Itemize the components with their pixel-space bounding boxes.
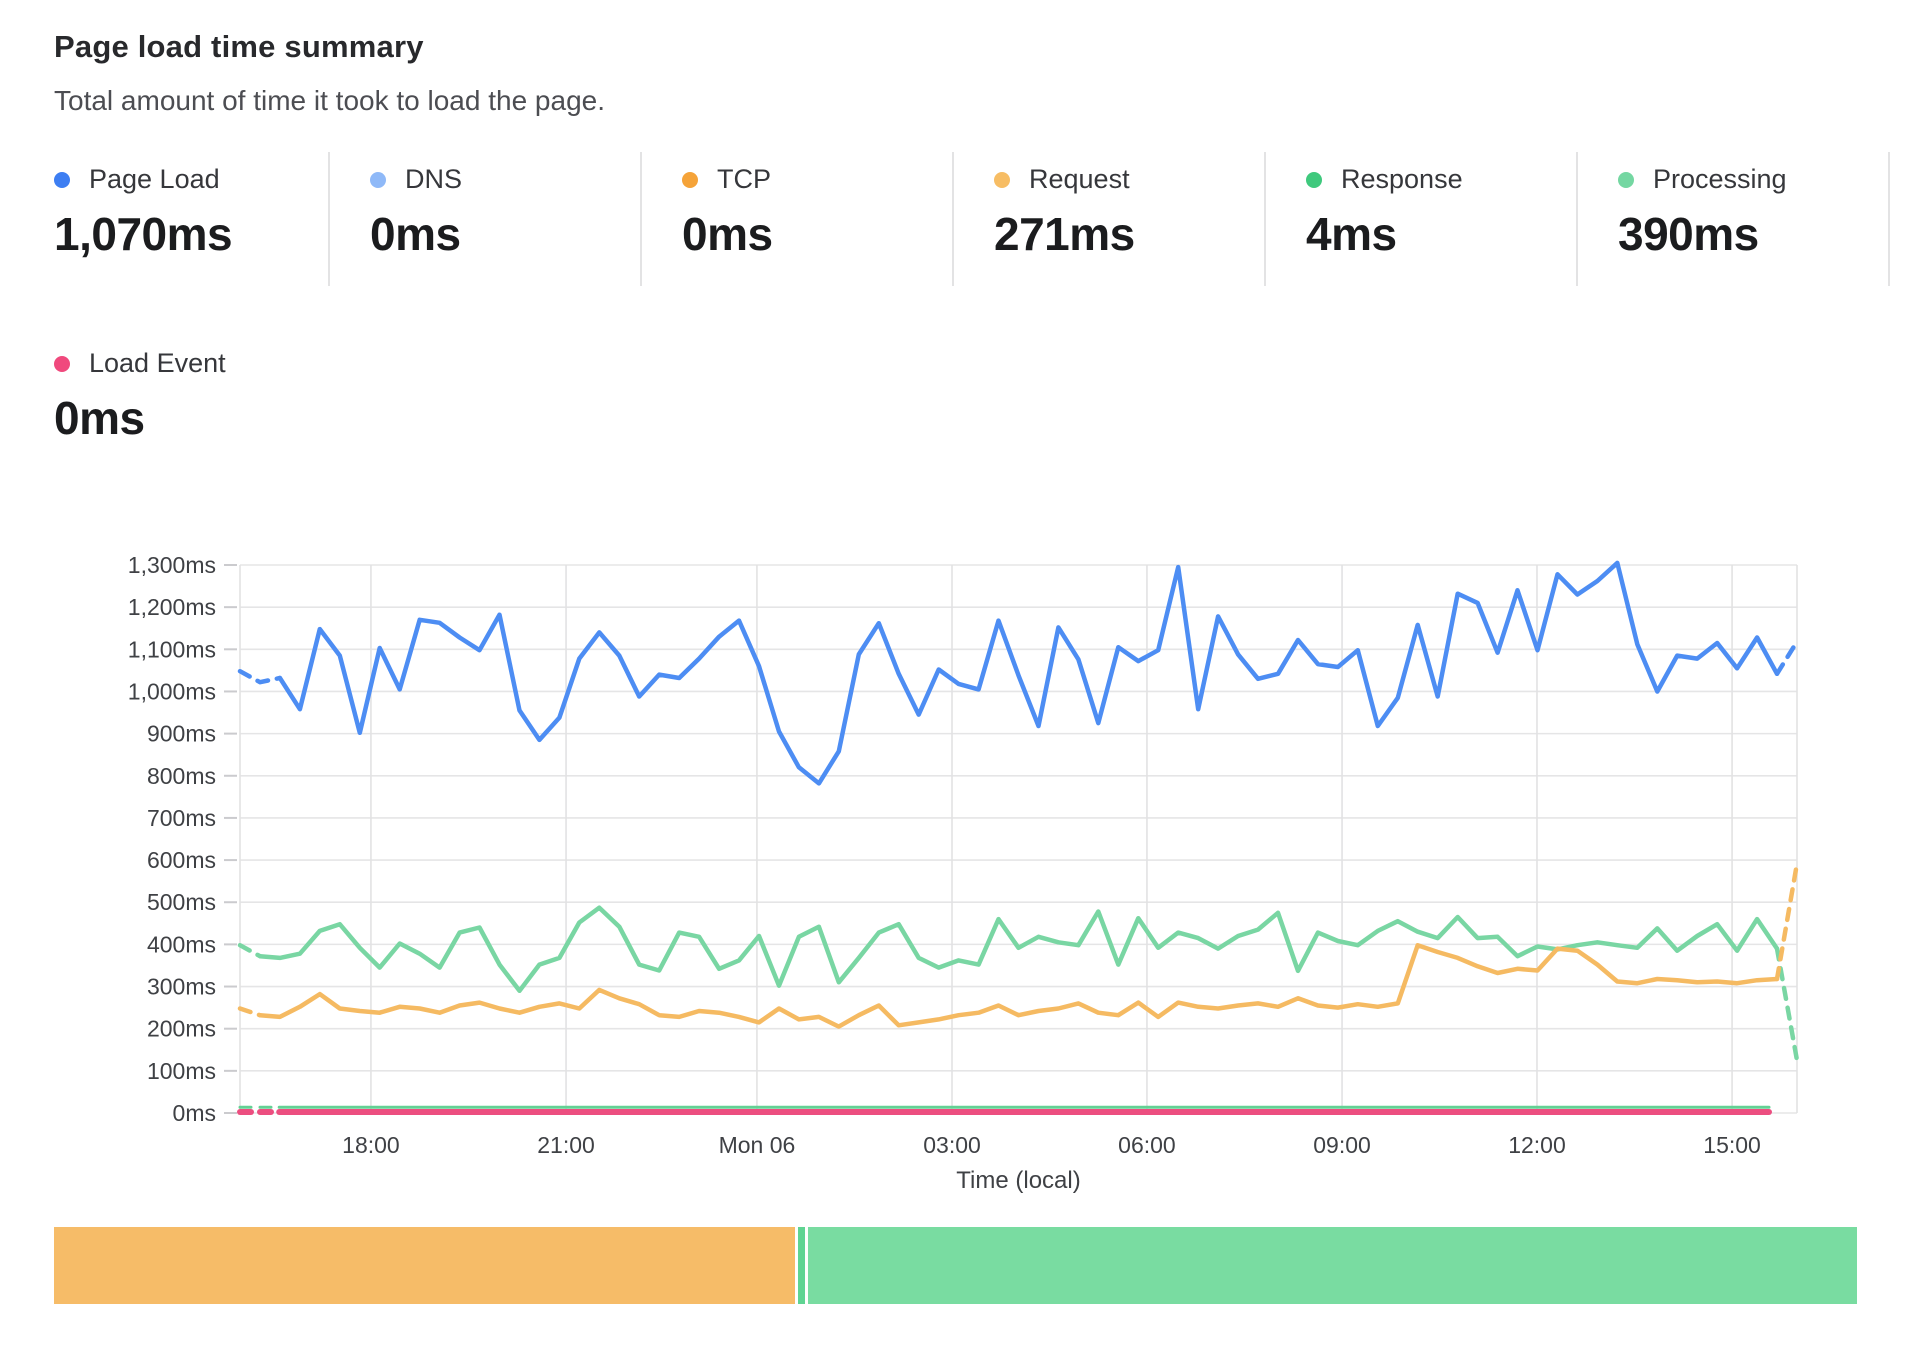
stat-value: 0ms [682, 207, 952, 261]
y-axis-tick-label: 800ms [147, 763, 216, 789]
series-line-page-load [280, 563, 1777, 784]
stat-label: TCP [717, 164, 771, 195]
stat-dns: DNS 0ms [330, 152, 642, 286]
x-axis-tick-label: 03:00 [923, 1132, 981, 1158]
stat-label: Page Load [89, 164, 220, 195]
x-axis-tick-label: 06:00 [1118, 1132, 1176, 1158]
results-bar-segment[interactable] [54, 1227, 795, 1304]
series-line-processing [260, 908, 1777, 991]
x-axis-tick-label: Mon 06 [719, 1132, 796, 1158]
series-line-processing-dashed [1777, 949, 1797, 1061]
y-axis-tick-label: 900ms [147, 721, 216, 747]
stat-label: Request [1029, 164, 1130, 195]
stat-value: 0ms [54, 391, 1910, 445]
series-line-request-dashed [240, 1009, 260, 1016]
x-axis-tick-label: 15:00 [1703, 1132, 1761, 1158]
series-line-page-load-dashed [240, 671, 280, 682]
stat-label: Response [1341, 164, 1463, 195]
stat-value: 1,070ms [54, 207, 328, 261]
y-axis-tick-label: 300ms [147, 974, 216, 1000]
x-axis-title: Time (local) [956, 1167, 1080, 1194]
series-line-request-dashed [1777, 863, 1797, 979]
processing-legend-dot-icon [1618, 172, 1634, 188]
page-title: Page load time summary [54, 30, 1910, 64]
x-axis-tick-label: 09:00 [1313, 1132, 1371, 1158]
series-line-page-load-dashed [1777, 642, 1797, 674]
stat-value: 4ms [1306, 207, 1576, 261]
page-load-time-chart[interactable]: 0ms 100ms 200ms 300ms 400ms 500ms 600ms 700ms 80… [60, 450, 1850, 1210]
load-event-legend-dot-icon [54, 356, 70, 372]
y-axis-tick-label: 400ms [147, 931, 216, 957]
results-bar-segment[interactable] [808, 1227, 1857, 1304]
x-axis-tick-label: 12:00 [1508, 1132, 1566, 1158]
page-load-summary-panel: Page load time summary Total amount of t… [0, 0, 1910, 1304]
stat-label: Processing [1653, 164, 1787, 195]
stat-processing: Processing 390ms [1578, 152, 1890, 286]
metric-stats-row: Page Load 1,070ms DNS 0ms TCP 0ms Reques… [54, 152, 1910, 286]
y-axis-tick-label: 1,200ms [128, 594, 216, 620]
y-axis-tick-label: 100ms [147, 1058, 216, 1084]
y-axis-tick-label: 600ms [147, 847, 216, 873]
request-legend-dot-icon [994, 172, 1010, 188]
response-legend-dot-icon [1306, 172, 1322, 188]
y-axis-tick-label: 1,000ms [128, 678, 216, 704]
y-axis-tick-label: 0ms [173, 1100, 216, 1126]
series-line-processing-dashed [240, 945, 260, 956]
stat-request: Request 271ms [954, 152, 1266, 286]
check-results-timeline-bar [54, 1227, 1857, 1304]
stat-load-event: Load Event 0ms [54, 336, 1910, 441]
stat-response: Response 4ms [1266, 152, 1578, 286]
stat-tcp: TCP 0ms [642, 152, 954, 286]
dns-legend-dot-icon [370, 172, 386, 188]
stat-value: 0ms [370, 207, 640, 261]
chart-area: 0ms 100ms 200ms 300ms 400ms 500ms 600ms 700ms 80… [60, 450, 1910, 1215]
y-axis-tick-label: 500ms [147, 889, 216, 915]
y-axis-tick-label: 200ms [147, 1016, 216, 1042]
stat-label: DNS [405, 164, 462, 195]
results-bar-segment[interactable] [798, 1227, 805, 1304]
y-axis-tick-label: 700ms [147, 805, 216, 831]
stat-value: 390ms [1618, 207, 1888, 261]
tcp-legend-dot-icon [682, 172, 698, 188]
x-axis-tick-label: 18:00 [342, 1132, 400, 1158]
x-axis-tick-label: 21:00 [537, 1132, 595, 1158]
y-axis-tick-label: 1,300ms [128, 552, 216, 578]
page-load-legend-dot-icon [54, 172, 70, 188]
y-axis-tick-label: 1,100ms [128, 636, 216, 662]
stat-page-load: Page Load 1,070ms [54, 152, 330, 286]
stat-value: 271ms [994, 207, 1264, 261]
page-subtitle: Total amount of time it took to load the… [54, 84, 1910, 118]
stat-label: Load Event [89, 348, 226, 379]
